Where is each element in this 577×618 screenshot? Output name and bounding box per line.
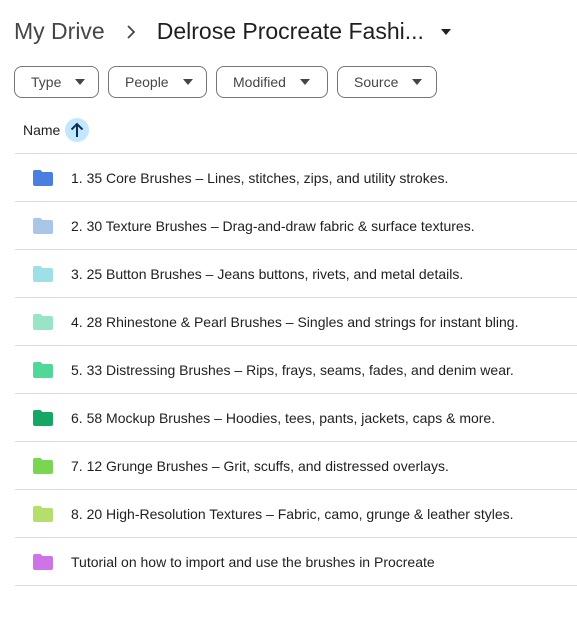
folder-icon — [33, 409, 53, 426]
arrow-up-icon — [71, 122, 84, 137]
dropdown-arrow-icon — [182, 79, 193, 85]
list-item-name: 6. 58 Mockup Brushes – Hoodies, tees, pa… — [71, 409, 496, 426]
list-item-name: 5. 33 Distressing Brushes – Rips, frays,… — [71, 361, 514, 378]
filter-modified-chip[interactable]: Modified — [216, 66, 328, 98]
list-item[interactable]: Tutorial on how to import and use the br… — [15, 538, 577, 586]
filter-source-label: Source — [354, 74, 399, 90]
dropdown-arrow-icon — [299, 79, 310, 85]
filter-type-chip[interactable]: Type — [14, 66, 99, 98]
breadcrumb: My Drive Delrose Procreate Fashi... — [14, 14, 452, 48]
filter-bar: Type People Modified Source — [14, 66, 437, 98]
list-item[interactable]: 1. 35 Core Brushes – Lines, stitches, zi… — [15, 154, 577, 202]
folder-icon — [33, 217, 53, 234]
folder-menu-caret-icon[interactable] — [440, 25, 452, 37]
dropdown-arrow-icon — [75, 79, 86, 85]
breadcrumb-my-drive[interactable]: My Drive — [14, 18, 105, 45]
filter-people-label: People — [125, 74, 169, 90]
list-item[interactable]: 4. 28 Rhinestone & Pearl Brushes – Singl… — [15, 298, 577, 346]
folder-icon — [33, 169, 53, 186]
filter-source-chip[interactable]: Source — [337, 66, 437, 98]
filter-type-label: Type — [31, 74, 62, 90]
folder-icon — [33, 553, 53, 570]
dropdown-arrow-icon — [412, 79, 423, 85]
list-item[interactable]: 8. 20 High-Resolution Textures – Fabric,… — [15, 490, 577, 538]
list-item-name: 4. 28 Rhinestone & Pearl Brushes – Singl… — [71, 313, 519, 330]
folder-icon — [33, 361, 53, 378]
filter-modified-label: Modified — [233, 74, 286, 90]
filter-people-chip[interactable]: People — [108, 66, 207, 98]
chevron-right-icon — [114, 18, 148, 44]
sort-ascending-button[interactable] — [65, 118, 90, 142]
list-item-name: 3. 25 Button Brushes – Jeans buttons, ri… — [71, 265, 464, 282]
list-item[interactable]: 2. 30 Texture Brushes – Drag-and-draw fa… — [15, 202, 577, 250]
folder-icon — [33, 313, 53, 330]
list-item-name: Tutorial on how to import and use the br… — [71, 553, 435, 570]
list-item[interactable]: 5. 33 Distressing Brushes – Rips, frays,… — [15, 346, 577, 394]
list-item[interactable]: 3. 25 Button Brushes – Jeans buttons, ri… — [15, 250, 577, 298]
folder-icon — [33, 505, 53, 522]
list-column-header: Name — [23, 118, 90, 142]
list-item[interactable]: 7. 12 Grunge Brushes – Grit, scuffs, and… — [15, 442, 577, 490]
file-list: 1. 35 Core Brushes – Lines, stitches, zi… — [15, 153, 577, 586]
breadcrumb-current-folder[interactable]: Delrose Procreate Fashi... — [157, 18, 424, 45]
folder-icon — [33, 265, 53, 282]
list-item-name: 2. 30 Texture Brushes – Drag-and-draw fa… — [71, 217, 475, 234]
list-item-name: 7. 12 Grunge Brushes – Grit, scuffs, and… — [71, 457, 449, 474]
name-column-header[interactable]: Name — [23, 122, 60, 138]
folder-icon — [33, 457, 53, 474]
list-item[interactable]: 6. 58 Mockup Brushes – Hoodies, tees, pa… — [15, 394, 577, 442]
list-item-name: 8. 20 High-Resolution Textures – Fabric,… — [71, 505, 514, 522]
list-item-name: 1. 35 Core Brushes – Lines, stitches, zi… — [71, 169, 449, 186]
